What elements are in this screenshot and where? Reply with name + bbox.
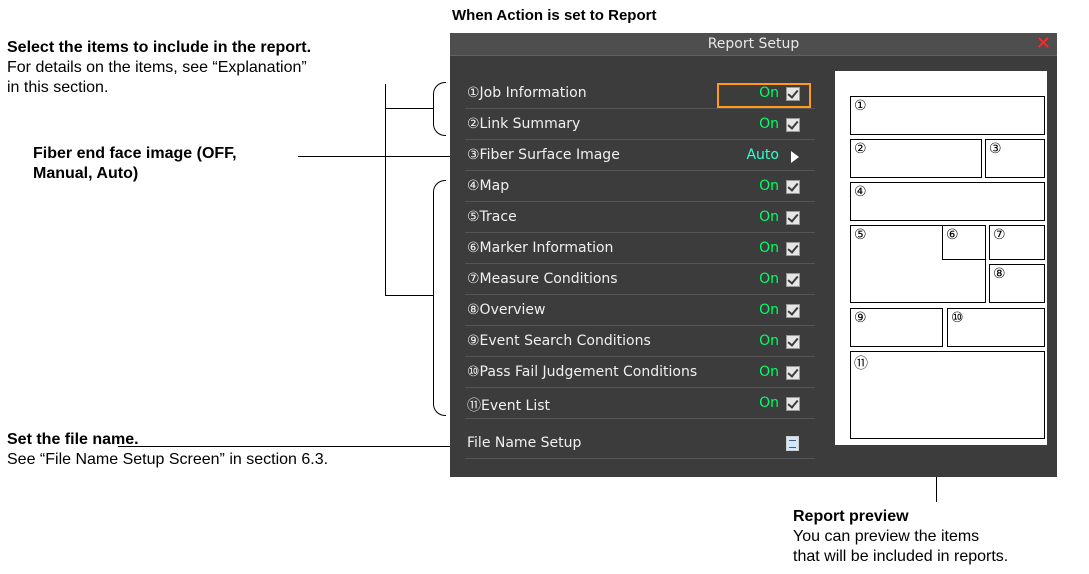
preview-box-1: ①	[850, 96, 1045, 135]
item-value: Auto	[746, 147, 779, 163]
preview-annotation-desc-2: that will be included in reports.	[793, 548, 1009, 565]
item-row-job-information[interactable]: ①Job Information On	[465, 81, 815, 109]
preview-box-10: ⑩	[947, 308, 1045, 347]
preview-box-9: ⑨	[850, 308, 943, 347]
item-row-pass-fail-judgement[interactable]: ⑩Pass Fail Judgement Conditions On	[465, 360, 815, 388]
title-bar: Report Setup ✕	[450, 33, 1057, 56]
close-icon[interactable]: ✕	[1036, 34, 1051, 54]
file-name-icon[interactable]	[786, 436, 799, 451]
checkbox-icon[interactable]	[786, 366, 800, 380]
checkbox-icon[interactable]	[786, 118, 800, 132]
item-label: ⑩Pass Fail Judgement Conditions	[467, 364, 698, 380]
item-label: ⑧Overview	[467, 302, 546, 318]
item-value: On	[759, 116, 779, 132]
item-row-measure-conditions[interactable]: ⑦Measure Conditions On	[465, 267, 815, 295]
report-setup-window: Report Setup ✕ ①Job Information On ②Link…	[450, 33, 1057, 477]
select-items-desc-1: For details on the items, see “Explanati…	[7, 59, 307, 76]
checkbox-icon[interactable]	[786, 211, 800, 225]
file-name-setup-label: File Name Setup	[467, 435, 582, 451]
bracket-top	[433, 82, 446, 136]
preview-box-7: ⑦	[989, 225, 1045, 260]
item-row-event-list[interactable]: ⑪Event List On	[465, 391, 815, 419]
checkbox-icon[interactable]	[786, 273, 800, 287]
leader-fiber	[298, 156, 450, 157]
item-value: On	[759, 364, 779, 380]
fiber-annotation-2: Manual, Auto)	[33, 165, 139, 182]
preview-box-2: ②	[850, 139, 982, 178]
preview-box-8: ⑧	[989, 264, 1045, 303]
preview-annotation-desc-1: You can preview the items	[793, 528, 980, 545]
leader-top	[385, 108, 433, 109]
item-label: ⑥Marker Information	[467, 240, 614, 256]
bracket-bottom	[433, 180, 446, 416]
preview-annotation-title: Report preview	[793, 508, 909, 525]
leader-vertical	[385, 84, 386, 296]
item-label: ⑪Event List	[467, 398, 551, 414]
item-value: On	[759, 178, 779, 194]
filename-annotation-desc: See “File Name Setup Screen” in section …	[7, 451, 329, 468]
filename-annotation-title: Set the file name.	[7, 431, 139, 448]
item-row-overview[interactable]: ⑧Overview On	[465, 298, 815, 326]
item-row-trace[interactable]: ⑤Trace On	[465, 205, 815, 233]
item-label: ⑨Event Search Conditions	[467, 333, 651, 349]
preview-box-6: ⑥	[942, 225, 986, 260]
item-label: ⑤Trace	[467, 209, 517, 225]
select-items-title: Select the items to include in the repor…	[7, 39, 312, 56]
item-label: ③Fiber Surface Image	[467, 147, 620, 163]
checkbox-icon[interactable]	[786, 397, 800, 411]
report-preview: ① ② ③ ④ ⑤ ⑥ ⑦ ⑧ ⑨ ⑩ ⑪	[835, 71, 1047, 445]
checkbox-icon[interactable]	[786, 335, 800, 349]
item-label: ②Link Summary	[467, 116, 581, 132]
item-row-map[interactable]: ④Map On	[465, 174, 815, 202]
item-value: On	[759, 209, 779, 225]
checkbox-icon[interactable]	[786, 304, 800, 318]
submenu-arrow-icon[interactable]	[791, 151, 799, 163]
fiber-annotation-1: Fiber end face image (OFF,	[33, 145, 237, 162]
item-row-marker-information[interactable]: ⑥Marker Information On	[465, 236, 815, 264]
select-items-desc-2: in this section.	[7, 79, 109, 96]
item-value: On	[759, 240, 779, 256]
leader-bottom	[385, 295, 433, 296]
checkbox-icon[interactable]	[786, 87, 800, 101]
leader-filename	[118, 446, 450, 447]
item-value: On	[759, 395, 779, 411]
item-label: ⑦Measure Conditions	[467, 271, 618, 287]
preview-box-11: ⑪	[850, 351, 1045, 439]
preview-box-4: ④	[850, 182, 1045, 221]
item-row-event-search-conditions[interactable]: ⑨Event Search Conditions On	[465, 329, 815, 357]
item-row-link-summary[interactable]: ②Link Summary On	[465, 112, 815, 140]
window-title: Report Setup	[707, 36, 800, 52]
item-value: On	[759, 85, 779, 101]
figure-caption: When Action is set to Report	[452, 7, 657, 24]
item-label: ④Map	[467, 178, 510, 194]
preview-box-3: ③	[985, 139, 1045, 178]
item-value: On	[759, 302, 779, 318]
item-label: ①Job Information	[467, 85, 587, 101]
file-name-setup-row[interactable]: File Name Setup	[465, 431, 815, 459]
checkbox-icon[interactable]	[786, 242, 800, 256]
item-row-fiber-surface-image[interactable]: ③Fiber Surface Image Auto	[465, 143, 815, 171]
item-value: On	[759, 271, 779, 287]
checkbox-icon[interactable]	[786, 180, 800, 194]
item-value: On	[759, 333, 779, 349]
